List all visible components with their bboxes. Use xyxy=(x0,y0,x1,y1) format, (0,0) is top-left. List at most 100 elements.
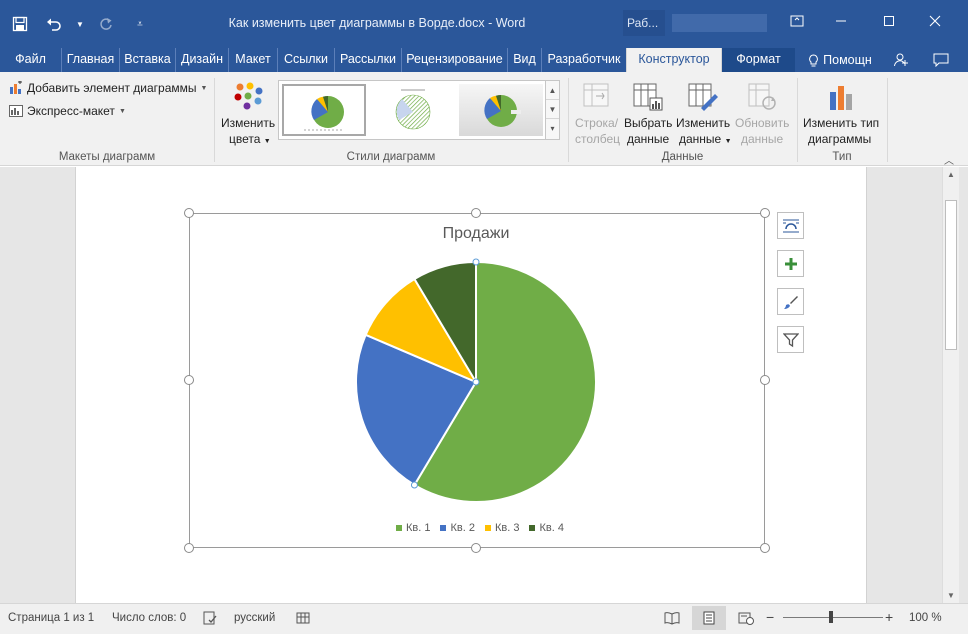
resize-handle-left[interactable] xyxy=(184,375,194,385)
page-count[interactable]: Страница 1 из 1 xyxy=(8,609,94,627)
chart-style-thumb-2[interactable] xyxy=(371,84,455,136)
filter-icon xyxy=(782,332,799,347)
layout-options-button[interactable] xyxy=(777,212,804,239)
print-layout-icon[interactable] xyxy=(692,606,726,630)
resize-handle-right[interactable] xyxy=(760,375,770,385)
status-bar: Страница 1 из 1 Число слов: 0 русский − … xyxy=(0,603,968,634)
resize-handle-top-left[interactable] xyxy=(184,208,194,218)
add-chart-element-label: Добавить элемент диаграммы xyxy=(27,81,197,95)
tab-design[interactable]: Дизайн xyxy=(176,48,229,72)
comments-icon[interactable] xyxy=(928,48,954,72)
share-user-icon[interactable] xyxy=(886,48,916,72)
pie-thumbnail-icon xyxy=(304,96,344,131)
chart-elements-button[interactable] xyxy=(777,250,804,277)
minimize-icon[interactable] xyxy=(826,12,856,34)
change-colors-button[interactable]: Изменить цвета ▼ xyxy=(219,80,277,150)
quick-layout-label: Экспресс-макет xyxy=(27,104,115,118)
paintbrush-icon xyxy=(783,295,798,309)
maximize-icon[interactable] xyxy=(874,12,904,34)
tab-chart-design[interactable]: Конструктор xyxy=(626,48,722,72)
tab-references[interactable]: Ссылки xyxy=(278,48,335,72)
read-mode-icon[interactable] xyxy=(655,606,689,630)
ribbon-tabs: Файл Главная Вставка Дизайн Макет Ссылки… xyxy=(0,48,968,72)
resize-handle-bottom-left[interactable] xyxy=(184,543,194,553)
tab-home[interactable]: Главная xyxy=(62,48,120,72)
switch-row-column-button[interactable]: Строка/ столбец xyxy=(572,80,622,150)
web-layout-icon[interactable] xyxy=(729,606,763,630)
legend-entry-q3[interactable]: Кв. 3 xyxy=(484,522,519,534)
tab-review[interactable]: Рецензирование xyxy=(402,48,508,72)
language-indicator[interactable]: русский xyxy=(234,609,275,627)
vertical-scrollbar[interactable]: ▲ ▼ xyxy=(942,167,959,603)
change-colors-label-2: цвета ▼ xyxy=(229,132,271,146)
chart-style-thumb-3[interactable] xyxy=(459,84,543,136)
scroll-up-icon[interactable]: ▲ xyxy=(943,170,959,179)
select-data-button[interactable]: Выбрать данные xyxy=(623,80,673,150)
edit-data-label-2: данные ▼ xyxy=(679,132,732,146)
chart-tools-work-tab: Раб... xyxy=(623,10,665,36)
change-colors-label: Изменить xyxy=(221,116,276,130)
refresh-data-label: Обновить xyxy=(735,116,790,130)
zoom-out-icon[interactable]: − xyxy=(766,608,774,626)
window-title: Как изменить цвет диаграммы в Ворде.docx… xyxy=(228,16,526,30)
legend-entry-q1[interactable]: Кв. 1 xyxy=(396,522,430,534)
switch-row-column-label: Строка/ xyxy=(575,116,619,130)
collapse-ribbon-icon[interactable]: ︿ xyxy=(944,152,954,167)
lightbulb-icon xyxy=(809,53,819,66)
zoom-level[interactable]: 100 % xyxy=(909,609,942,627)
word-count[interactable]: Число слов: 0 xyxy=(112,609,186,627)
proofing-icon[interactable] xyxy=(203,609,217,631)
change-chart-type-icon xyxy=(830,86,852,110)
tab-developer[interactable]: Разработчик xyxy=(542,48,626,72)
resize-handle-top-right[interactable] xyxy=(760,208,770,218)
close-icon[interactable] xyxy=(920,12,950,34)
switch-row-column-icon xyxy=(583,83,609,107)
ribbon: Добавить элемент диаграммы ▼ Экспресс-ма… xyxy=(0,72,968,167)
refresh-data-icon xyxy=(748,83,776,110)
refresh-data-label-2: данные xyxy=(741,132,784,146)
legend-label: Кв. 1 xyxy=(406,522,431,534)
resize-handle-top[interactable] xyxy=(471,208,481,218)
scroll-down-icon[interactable]: ▼ xyxy=(943,591,959,600)
tab-mailings[interactable]: Рассылки xyxy=(335,48,402,72)
select-data-label: Выбрать xyxy=(624,116,673,130)
chart-styles-button[interactable] xyxy=(777,288,804,315)
tab-chart-format[interactable]: Формат xyxy=(722,48,795,72)
tab-insert[interactable]: Вставка xyxy=(120,48,176,72)
chart-title-text: Продажи xyxy=(442,225,510,242)
chart-filters-button[interactable] xyxy=(777,326,804,353)
legend-entry-q4[interactable]: Кв. 4 xyxy=(529,522,564,534)
edit-data-button[interactable]: Изменить данные ▼ xyxy=(675,80,733,150)
resize-handle-bottom[interactable] xyxy=(471,543,481,553)
resize-handle-bottom-right[interactable] xyxy=(760,543,770,553)
chart-legend[interactable]: Кв. 1 Кв. 2 Кв. 3 Кв. 4 xyxy=(396,521,564,535)
group-divider xyxy=(797,78,798,162)
macro-record-icon[interactable] xyxy=(296,609,310,631)
legend-label: Кв. 4 xyxy=(539,522,564,534)
zoom-slider-track[interactable] xyxy=(783,617,883,618)
gallery-down-icon[interactable]: ▼ xyxy=(546,100,559,119)
tell-me-button[interactable]: Помощн xyxy=(800,48,880,72)
blurred-account-area xyxy=(672,14,767,32)
refresh-data-button: Обновить данные xyxy=(734,80,792,150)
zoom-in-icon[interactable]: + xyxy=(885,608,893,626)
gallery-up-icon[interactable]: ▲ xyxy=(546,81,559,100)
add-chart-element-button[interactable]: Добавить элемент диаграммы ▼ xyxy=(9,81,207,95)
tab-view[interactable]: Вид xyxy=(508,48,542,72)
tab-layout[interactable]: Макет xyxy=(229,48,278,72)
gallery-more-icon[interactable]: ▾ xyxy=(546,119,559,138)
legend-swatch xyxy=(484,525,491,531)
quick-layout-icon xyxy=(9,105,23,117)
change-chart-type-button[interactable]: Изменить тип диаграммы xyxy=(800,80,885,150)
chart-style-thumb-1[interactable] xyxy=(282,84,366,136)
legend-entry-q2[interactable]: Кв. 2 xyxy=(440,522,475,534)
quick-layout-button[interactable]: Экспресс-макет ▼ xyxy=(9,104,126,118)
tab-file[interactable]: Файл xyxy=(0,48,62,72)
ribbon-display-options-icon[interactable] xyxy=(782,12,812,34)
group-label-type: Тип xyxy=(832,151,852,163)
scroll-thumb[interactable] xyxy=(945,200,957,350)
plus-icon xyxy=(784,257,797,270)
edit-data-label: Изменить xyxy=(676,116,731,130)
zoom-slider-thumb[interactable] xyxy=(829,611,833,623)
group-label-data: Данные xyxy=(661,151,704,163)
